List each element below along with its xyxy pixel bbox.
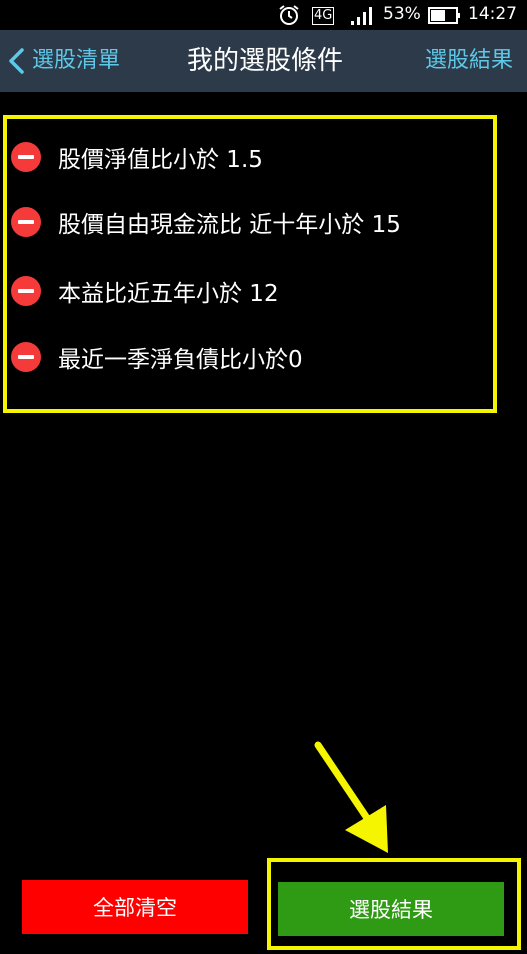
remove-minus-icon[interactable] <box>11 142 41 172</box>
condition-label: 本益比近五年小於 12 <box>58 281 279 307</box>
condition-label: 股價自由現金流比 近十年小於 15 <box>58 212 401 238</box>
condition-label: 最近一季淨負債比小於0 <box>58 347 303 373</box>
condition-label: 股價淨值比小於 1.5 <box>58 147 263 173</box>
battery-icon <box>428 7 460 24</box>
page-title: 我的選股條件 <box>186 46 343 76</box>
nav-bar: 選股清單 我的選股條件 選股結果 <box>0 30 527 92</box>
network-4g-icon: 4G <box>312 4 348 26</box>
remove-minus-icon[interactable] <box>11 276 41 306</box>
yellow-arrow-icon <box>314 741 388 853</box>
network-label: 4G <box>312 7 335 25</box>
chevron-left-icon <box>9 48 24 74</box>
results-link[interactable]: 選股結果 <box>425 44 513 78</box>
condition-item: 本益比近五年小於 12 <box>11 271 279 311</box>
conditions-highlight-box: 股價淨值比小於 1.5 股價自由現金流比 近十年小於 15 本益比近五年小於 1… <box>3 115 497 413</box>
battery-percentage: 53% <box>383 4 421 24</box>
remove-minus-icon[interactable] <box>11 207 41 237</box>
status-clock: 14:27 <box>468 4 517 24</box>
back-button[interactable]: 選股清單 <box>6 44 120 78</box>
alarm-icon <box>279 5 299 25</box>
back-button-label: 選股清單 <box>32 48 121 73</box>
stock-filter-screen: 4G 53% 14:27 選股清單 我的選股條件 選股結果 股價淨值比小於 1.… <box>0 0 527 954</box>
condition-item: 最近一季淨負債比小於0 <box>11 337 303 377</box>
view-results-button[interactable]: 選股結果 <box>278 882 504 936</box>
clear-all-button[interactable]: 全部清空 <box>22 880 248 934</box>
remove-minus-icon[interactable] <box>11 342 41 372</box>
status-bar: 4G 53% 14:27 <box>0 0 527 30</box>
condition-item: 股價淨值比小於 1.5 <box>11 137 263 177</box>
condition-item: 股價自由現金流比 近十年小於 15 <box>11 202 401 242</box>
signal-icon <box>351 7 372 25</box>
